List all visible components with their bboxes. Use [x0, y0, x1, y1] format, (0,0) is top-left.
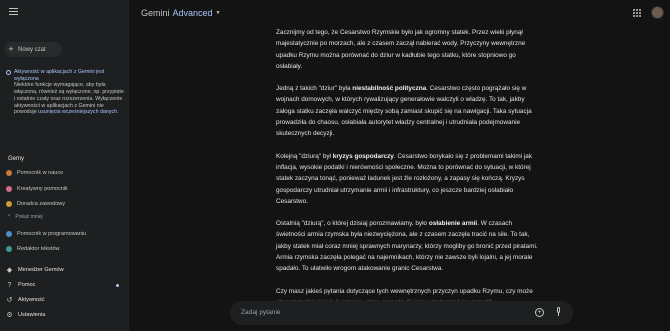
gem-item-writing[interactable]: Redaktor tekstów	[6, 244, 60, 254]
gem-item-coding[interactable]: Pomocnik w programowaniu	[6, 229, 86, 239]
notification-dot	[116, 284, 119, 287]
gem-label: Doradca zawodowy	[17, 201, 65, 207]
gem-manager-icon: ◆	[6, 267, 13, 274]
paragraph-text: . Cesarstwo często pogrążało się w wojna…	[276, 85, 532, 138]
gem-icon	[6, 201, 12, 207]
help-button[interactable]: ? Pomoc	[6, 280, 36, 290]
history-icon: ↺	[6, 297, 13, 304]
show-less-label: Pokaż mniej	[15, 214, 43, 220]
response-paragraph: Ostatnią "dziurą", o której dzisiaj poro…	[276, 218, 539, 274]
gem-icon	[6, 231, 12, 237]
prompt-placeholder: Zadaj pytanie	[241, 309, 281, 316]
avatar[interactable]	[651, 6, 664, 19]
plus-icon: +	[8, 44, 14, 54]
settings-button[interactable]: ⚙ Ustawienia	[6, 310, 45, 320]
gem-icon	[6, 186, 12, 192]
gear-icon: ⚙	[6, 312, 13, 319]
response-paragraph: Zacznijmy od tego, że Cesarstwo Rzymskie…	[276, 27, 539, 72]
help-label: Pomoc	[18, 282, 36, 288]
new-chat-label: Nowy czat	[18, 46, 46, 53]
add-image-icon[interactable]: +	[535, 308, 544, 317]
gem-manager-button[interactable]: ◆ Menedżer Gemów	[6, 265, 64, 275]
paragraph-bold: kryzys gospodarczy	[332, 152, 394, 160]
paragraph-text: . W czasach świetności armia rzymska był…	[276, 220, 538, 273]
gem-item-creative[interactable]: Kreatywny pomocnik	[6, 184, 68, 194]
help-icon: ?	[7, 281, 12, 289]
new-chat-button[interactable]: + Nowy czat	[4, 42, 62, 57]
gem-manager-label: Menedżer Gemów	[18, 267, 64, 273]
response-paragraph: Kolejną "dziurą" był kryzys gospodarczy.…	[276, 151, 539, 207]
response-content: Zacznijmy od tego, że Cesarstwo Rzymskie…	[276, 27, 539, 319]
activity-label: Aktywność	[18, 297, 45, 303]
paragraph-text: Ostatnią "dziurą", o której dzisiaj poro…	[276, 220, 429, 228]
show-less-toggle[interactable]: ^ Pokaż mniej	[8, 214, 43, 220]
menu-icon[interactable]	[6, 6, 20, 20]
paragraph-text: Jedną z takich "dziur" była	[276, 85, 353, 93]
sidebar: + Nowy czat Aktywność w aplikacjach z Ge…	[0, 0, 129, 331]
chevron-up-icon: ^	[8, 214, 11, 220]
apps-grid-icon[interactable]	[633, 9, 641, 17]
delete-data-link[interactable]: usunięcia wcześniejszych danych.	[38, 109, 118, 115]
gems-heading: Gemy	[8, 156, 25, 162]
paragraph-bold: osłabienie armii	[428, 220, 478, 228]
paragraph-bold: niestabilność polityczna	[352, 85, 427, 93]
app-title: Gemini	[141, 8, 170, 18]
caret-down-icon: ▼	[215, 10, 221, 16]
activity-notice: Aktywność w aplikacjach z Gemini jest wy…	[6, 69, 124, 116]
gem-label: Redaktor tekstów	[17, 246, 60, 252]
gem-label: Pomocnik w nauce	[17, 170, 64, 176]
microphone-icon[interactable]	[555, 307, 561, 318]
response-paragraph: Jedną z takich "dziur" była niestabilnoś…	[276, 83, 539, 139]
paragraph-text: Kolejną "dziurą" był	[276, 152, 333, 160]
gem-item-career[interactable]: Doradca zawodowy	[6, 199, 65, 209]
app-title-accent: Advanced	[172, 8, 213, 18]
gem-icon	[6, 246, 12, 252]
gem-label: Pomocnik w programowaniu	[17, 231, 87, 237]
gem-label: Kreatywny pomocnik	[17, 186, 68, 192]
gem-icon	[6, 170, 12, 176]
paragraph-text: Zacznijmy od tego, że Cesarstwo Rzymskie…	[276, 29, 526, 70]
prompt-input[interactable]: Zadaj pytanie +	[230, 301, 573, 325]
info-icon	[6, 70, 11, 75]
activity-link[interactable]: Aktywność w aplikacjach z Gemini jest wy…	[14, 69, 104, 82]
settings-label: Ustawienia	[18, 312, 46, 318]
gem-item-study[interactable]: Pomocnik w nauce	[6, 168, 63, 178]
paragraph-text: . Cesarstwo borykało się z problemami ta…	[276, 152, 533, 205]
activity-button[interactable]: ↺ Aktywność	[6, 295, 45, 305]
model-selector[interactable]: Gemini Advanced ▼	[141, 8, 221, 18]
